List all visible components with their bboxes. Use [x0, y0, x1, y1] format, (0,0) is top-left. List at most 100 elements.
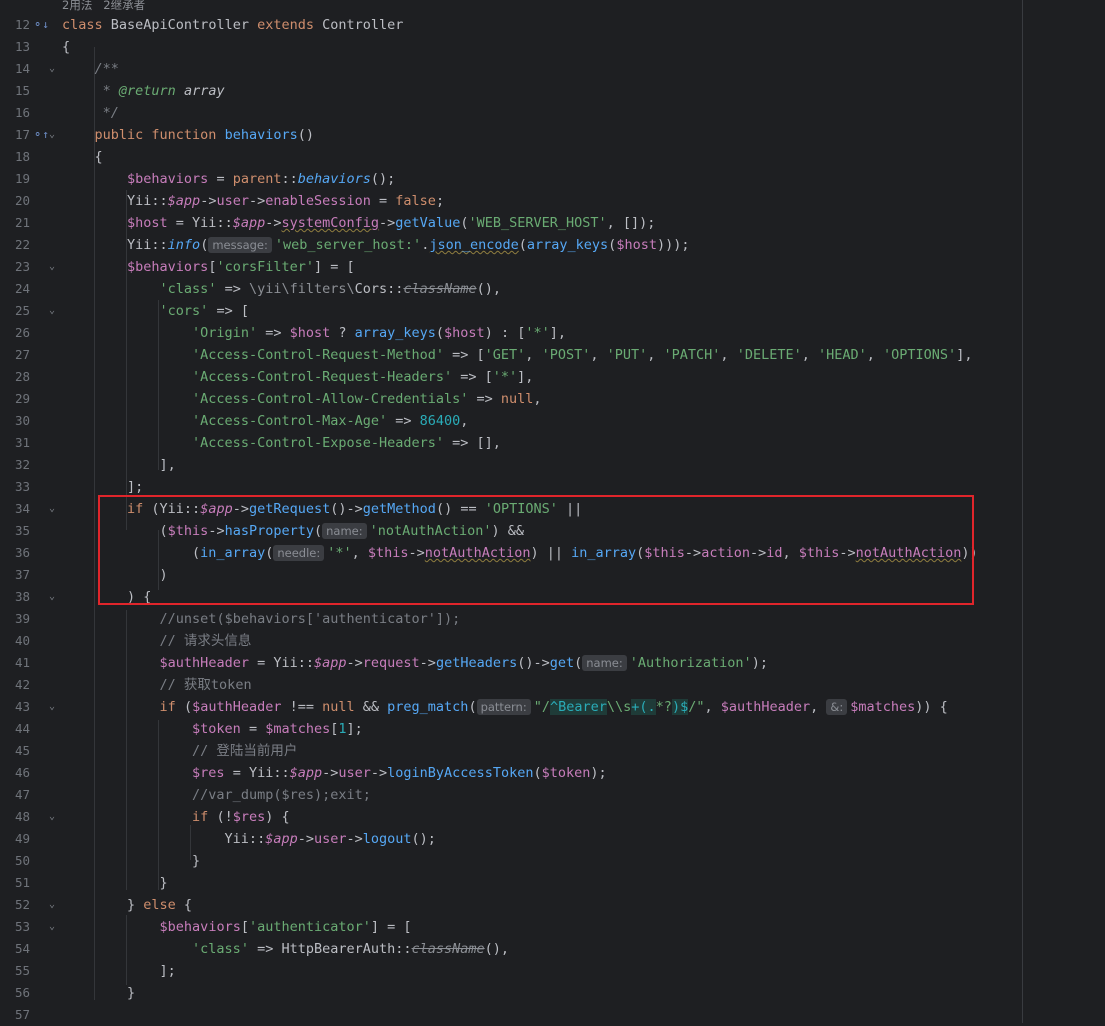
code-line[interactable]: 45 // 登陆当前用户 [0, 740, 1105, 762]
code-token: 'Access-Control-Request-Method' [192, 347, 445, 363]
code-line[interactable]: 32 ], [0, 454, 1105, 476]
overrides-method-icon[interactable]: ⚬↑ [33, 124, 49, 146]
code-text[interactable]: public function behaviors() [62, 124, 314, 146]
code-token: 'authenticator' [248, 919, 371, 935]
code-line[interactable]: 28 'Access-Control-Request-Headers' => [… [0, 366, 1105, 388]
code-line[interactable]: 51 } [0, 872, 1105, 894]
code-text[interactable]: 'Origin' => $host ? array_keys($host) : … [62, 322, 566, 344]
code-line[interactable]: 21 $host = Yii::$app->systemConfig->getV… [0, 212, 1105, 234]
code-text[interactable]: } [62, 872, 168, 894]
code-line[interactable]: 30 'Access-Control-Max-Age' => 86400, [0, 410, 1105, 432]
code-text[interactable]: class BaseApiController extends Controll… [62, 14, 403, 36]
code-text[interactable]: //var_dump($res);exit; [62, 784, 371, 806]
code-line[interactable]: 16 */ [0, 102, 1105, 124]
code-token: , [866, 347, 884, 363]
code-text[interactable]: // 请求头信息 [62, 630, 252, 652]
fold-chevron-icon[interactable]: ⌄ [46, 124, 58, 146]
code-text[interactable]: 'Access-Control-Request-Method' => ['GET… [62, 344, 972, 366]
code-text[interactable]: if (!$res) { [62, 806, 290, 828]
code-text[interactable]: } [62, 850, 200, 872]
code-token: , [801, 347, 818, 363]
fold-chevron-icon[interactable]: ⌄ [46, 256, 58, 278]
code-text[interactable]: $behaviors['corsFilter'] = [ [62, 256, 355, 278]
code-line[interactable]: 27 'Access-Control-Request-Method' => ['… [0, 344, 1105, 366]
code-line[interactable]: 18 { [0, 146, 1105, 168]
code-line[interactable]: 50 } [0, 850, 1105, 872]
implemented-by-icon[interactable]: ⚬↓ [33, 14, 49, 36]
code-line[interactable]: 43 ⌄ if ($authHeader !== null && preg_mat… [0, 696, 1105, 718]
code-line[interactable]: 25 ⌄ 'cors' => [ [0, 300, 1105, 322]
code-line[interactable]: 54 'class' => HttpBearerAuth::className(… [0, 938, 1105, 960]
code-text[interactable]: 'class' => \yii\filters\Cors::className(… [62, 278, 501, 300]
code-line[interactable]: 13 { [0, 36, 1105, 58]
code-text[interactable]: Yii::$app->user->enableSession = false; [62, 190, 444, 212]
code-line[interactable]: 46 $res = Yii::$app->user->loginByAccess… [0, 762, 1105, 784]
fold-chevron-icon[interactable]: ⌄ [46, 806, 58, 828]
usage-inlay-hint[interactable]: 2用法 2继承者 [62, 0, 145, 13]
code-line[interactable]: 56 } [0, 982, 1105, 1004]
code-text[interactable]: 'Access-Control-Request-Headers' => ['*'… [62, 366, 533, 388]
code-text[interactable]: Yii::$app->user->logout(); [62, 828, 436, 850]
fold-chevron-icon[interactable]: ⌄ [46, 58, 58, 80]
code-line[interactable]: 47 //var_dump($res);exit; [0, 784, 1105, 806]
code-text[interactable]: $res = Yii::$app->user->loginByAccessTok… [62, 762, 607, 784]
fold-chevron-icon[interactable]: ⌄ [46, 696, 58, 718]
code-line[interactable]: 53 ⌄ $behaviors['authenticator'] = [ [0, 916, 1105, 938]
code-text[interactable]: * @return array [62, 80, 225, 102]
code-line[interactable]: 20 Yii::$app->user->enableSession = fals… [0, 190, 1105, 212]
code-token: )) { [915, 699, 948, 715]
parameter-hint: pattern: [476, 699, 531, 715]
code-text[interactable]: 'cors' => [ [62, 300, 249, 322]
code-text[interactable]: $behaviors['authenticator'] = [ [62, 916, 412, 938]
code-line[interactable]: 42 // 获取token [0, 674, 1105, 696]
code-line[interactable]: 26 'Origin' => $host ? array_keys($host)… [0, 322, 1105, 344]
code-line[interactable]: 29 'Access-Control-Allow-Credentials' =>… [0, 388, 1105, 410]
code-token: null [322, 699, 355, 715]
code-line[interactable]: 52 ⌄ } else { [0, 894, 1105, 916]
code-line[interactable]: 40 // 请求头信息 [0, 630, 1105, 652]
code-line[interactable]: 24 'class' => \yii\filters\Cors::classNa… [0, 278, 1105, 300]
code-line[interactable]: 55 ]; [0, 960, 1105, 982]
code-line[interactable]: 49 Yii::$app->user->logout(); [0, 828, 1105, 850]
line-number: 27 [14, 347, 30, 362]
code-line[interactable]: 23 ⌄ $behaviors['corsFilter'] = [ [0, 256, 1105, 278]
code-line[interactable]: 39 //unset($behaviors['authenticator']); [0, 608, 1105, 630]
code-text[interactable]: { [62, 146, 103, 168]
code-text[interactable]: { [62, 36, 70, 58]
code-text[interactable]: } else { [62, 894, 192, 916]
fold-chevron-icon[interactable]: ⌄ [46, 498, 58, 520]
code-text[interactable]: $token = $matches[1]; [62, 718, 363, 740]
code-text[interactable]: ], [62, 454, 176, 476]
code-line[interactable]: 44 $token = $matches[1]; [0, 718, 1105, 740]
code-text[interactable]: 'Access-Control-Expose-Headers' => [], [62, 432, 501, 454]
code-text[interactable]: Yii::info(message:'web_server_host:'.jso… [62, 234, 689, 256]
code-text[interactable]: if ($authHeader !== null && preg_match(p… [62, 696, 948, 718]
code-text[interactable]: // 获取token [62, 674, 252, 696]
code-text[interactable]: $host = Yii::$app->systemConfig->getValu… [62, 212, 655, 234]
code-text[interactable]: $behaviors = parent::behaviors(); [62, 168, 395, 190]
code-line[interactable]: 31 'Access-Control-Expose-Headers' => []… [0, 432, 1105, 454]
fold-chevron-icon[interactable]: ⌄ [46, 916, 58, 938]
code-text[interactable]: /** [62, 58, 119, 80]
code-line[interactable]: 12 ⚬↓ class BaseApiController extends Cont… [0, 14, 1105, 36]
code-text[interactable]: //unset($behaviors['authenticator']); [62, 608, 461, 630]
code-text[interactable]: // 登陆当前用户 [62, 740, 297, 762]
code-text[interactable]: 'Access-Control-Allow-Credentials' => nu… [62, 388, 542, 410]
code-text[interactable]: 'Access-Control-Max-Age' => 86400, [62, 410, 468, 432]
code-line[interactable]: 22 Yii::info(message:'web_server_host:'.… [0, 234, 1105, 256]
code-line[interactable]: 41 $authHeader = Yii::$app->request->get… [0, 652, 1105, 674]
code-line[interactable]: 14 ⌄ /** [0, 58, 1105, 80]
code-line[interactable]: 17 ⚬↑ ⌄ public function behaviors() [0, 124, 1105, 146]
code-line[interactable]: 19 $behaviors = parent::behaviors(); [0, 168, 1105, 190]
code-token: ^Bearer [549, 699, 607, 715]
fold-chevron-icon[interactable]: ⌄ [46, 586, 58, 608]
code-text[interactable]: } [62, 982, 135, 1004]
code-text[interactable]: $authHeader = Yii::$app->request->getHea… [62, 652, 768, 674]
code-text[interactable]: ]; [62, 960, 176, 982]
code-line[interactable]: 15 * @return array [0, 80, 1105, 102]
code-line[interactable]: 48 ⌄ if (!$res) { [0, 806, 1105, 828]
code-text[interactable]: 'class' => HttpBearerAuth::className(), [62, 938, 509, 960]
fold-chevron-icon[interactable]: ⌄ [46, 894, 58, 916]
code-text[interactable]: */ [62, 102, 119, 124]
fold-chevron-icon[interactable]: ⌄ [46, 300, 58, 322]
